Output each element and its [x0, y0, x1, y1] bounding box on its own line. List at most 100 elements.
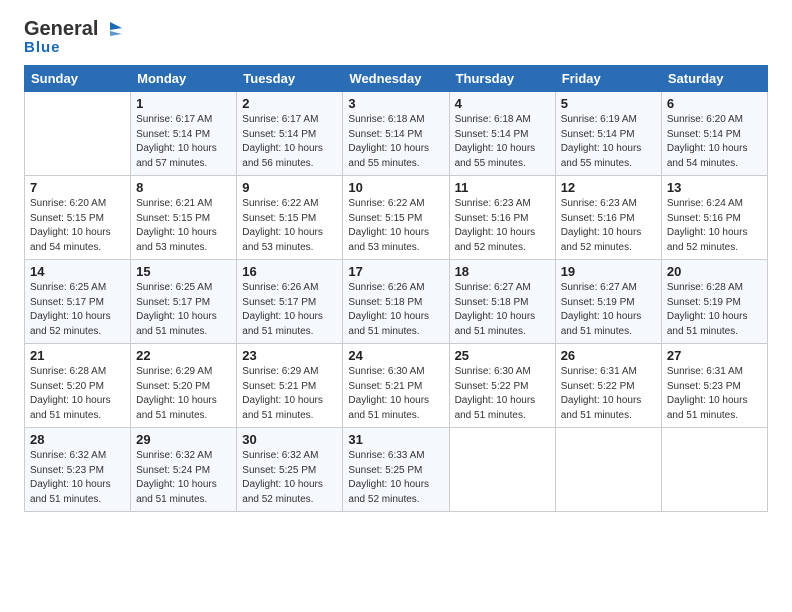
weekday-header-sunday: Sunday: [25, 66, 131, 92]
calendar-cell: 8 Sunrise: 6:21 AM Sunset: 5:15 PM Daylig…: [131, 176, 237, 260]
calendar-cell: 4Sunrise: 6:18 AM Sunset: 5:14 PM Daylig…: [449, 92, 555, 176]
day-detail: Sunrise: 6:22 AM Sunset: 5:15 PM Dayligh…: [348, 198, 429, 253]
day-detail: Sunrise: 6:24 AM Sunset: 5:16 PM Dayligh…: [667, 198, 748, 253]
weekday-header-thursday: Thursday: [449, 66, 555, 92]
calendar-body: 1 Sunrise: 6:17 AM Sunset: 5:14 PM Daylig…: [25, 92, 768, 512]
calendar-header-row: SundayMondayTuesdayWednesdayThursdayFrid…: [25, 66, 768, 92]
day-number: 27: [667, 348, 762, 363]
day-detail: Sunrise: 6:32 AM Sunset: 5:24 PM Dayligh…: [136, 450, 217, 505]
day-detail: Sunrise: 6:29 AM Sunset: 5:20 PM Dayligh…: [136, 366, 217, 421]
day-number: 16: [242, 264, 337, 279]
day-number: 26: [561, 348, 656, 363]
day-detail: Sunrise: 6:19 AM Sunset: 5:14 PM Dayligh…: [561, 114, 642, 169]
day-detail: Sunrise: 6:30 AM Sunset: 5:21 PM Dayligh…: [348, 366, 429, 421]
day-number: 24: [348, 348, 443, 363]
calendar-cell: [25, 92, 131, 176]
day-detail: Sunrise: 6:31 AM Sunset: 5:22 PM Dayligh…: [561, 366, 642, 421]
day-number: 5: [561, 96, 656, 111]
day-number: 19: [561, 264, 656, 279]
calendar-cell: 15 Sunrise: 6:25 AM Sunset: 5:17 PM Dayli…: [131, 260, 237, 344]
day-detail: Sunrise: 6:27 AM Sunset: 5:19 PM Dayligh…: [561, 282, 642, 337]
calendar-cell: 31Sunrise: 6:33 AM Sunset: 5:25 PM Dayli…: [343, 428, 449, 512]
calendar-week-2: 7Sunrise: 6:20 AM Sunset: 5:15 PM Daylig…: [25, 176, 768, 260]
day-detail: Sunrise: 6:28 AM Sunset: 5:19 PM Dayligh…: [667, 282, 748, 337]
day-detail: Sunrise: 6:32 AM Sunset: 5:23 PM Dayligh…: [30, 450, 111, 505]
calendar-cell: 25Sunrise: 6:30 AM Sunset: 5:22 PM Dayli…: [449, 344, 555, 428]
calendar-cell: 29 Sunrise: 6:32 AM Sunset: 5:24 PM Dayli…: [131, 428, 237, 512]
weekday-header-wednesday: Wednesday: [343, 66, 449, 92]
calendar-cell: 18Sunrise: 6:27 AM Sunset: 5:18 PM Dayli…: [449, 260, 555, 344]
day-detail: Sunrise: 6:20 AM Sunset: 5:14 PM Dayligh…: [667, 114, 748, 169]
weekday-header-friday: Friday: [555, 66, 661, 92]
day-number: 7: [30, 180, 125, 195]
day-detail: Sunrise: 6:22 AM Sunset: 5:15 PM Dayligh…: [242, 198, 323, 253]
day-number: 20: [667, 264, 762, 279]
day-number: 23: [242, 348, 337, 363]
logo-general-text: General: [24, 19, 98, 39]
day-number: 11: [455, 180, 550, 195]
day-detail: Sunrise: 6:32 AM Sunset: 5:25 PM Dayligh…: [242, 450, 323, 505]
day-number: 8: [136, 180, 231, 195]
calendar-cell: 12Sunrise: 6:23 AM Sunset: 5:16 PM Dayli…: [555, 176, 661, 260]
calendar-cell: 2 Sunrise: 6:17 AM Sunset: 5:14 PM Daylig…: [237, 92, 343, 176]
header: General Blue: [24, 18, 768, 55]
day-number: 2: [242, 96, 337, 111]
calendar-cell: 20 Sunrise: 6:28 AM Sunset: 5:19 PM Dayli…: [661, 260, 767, 344]
calendar-week-5: 28 Sunrise: 6:32 AM Sunset: 5:23 PM Dayli…: [25, 428, 768, 512]
calendar-cell: [661, 428, 767, 512]
logo-bird-icon: [100, 18, 122, 40]
calendar-cell: 16 Sunrise: 6:26 AM Sunset: 5:17 PM Dayli…: [237, 260, 343, 344]
day-detail: Sunrise: 6:33 AM Sunset: 5:25 PM Dayligh…: [348, 450, 429, 505]
calendar-week-1: 1 Sunrise: 6:17 AM Sunset: 5:14 PM Daylig…: [25, 92, 768, 176]
day-number: 17: [348, 264, 443, 279]
day-detail: Sunrise: 6:26 AM Sunset: 5:18 PM Dayligh…: [348, 282, 429, 337]
calendar-cell: 9 Sunrise: 6:22 AM Sunset: 5:15 PM Daylig…: [237, 176, 343, 260]
day-detail: Sunrise: 6:26 AM Sunset: 5:17 PM Dayligh…: [242, 282, 323, 337]
page: General Blue SundayMondayTuesdayWednesda…: [0, 0, 792, 524]
day-number: 10: [348, 180, 443, 195]
day-detail: Sunrise: 6:29 AM Sunset: 5:21 PM Dayligh…: [242, 366, 323, 421]
day-detail: Sunrise: 6:17 AM Sunset: 5:14 PM Dayligh…: [136, 114, 217, 169]
day-number: 30: [242, 432, 337, 447]
day-number: 9: [242, 180, 337, 195]
calendar-cell: 21Sunrise: 6:28 AM Sunset: 5:20 PM Dayli…: [25, 344, 131, 428]
day-number: 13: [667, 180, 762, 195]
calendar-week-3: 14 Sunrise: 6:25 AM Sunset: 5:17 PM Dayli…: [25, 260, 768, 344]
day-detail: Sunrise: 6:25 AM Sunset: 5:17 PM Dayligh…: [30, 282, 111, 337]
calendar-cell: 26 Sunrise: 6:31 AM Sunset: 5:22 PM Dayli…: [555, 344, 661, 428]
day-number: 14: [30, 264, 125, 279]
calendar-cell: 1 Sunrise: 6:17 AM Sunset: 5:14 PM Daylig…: [131, 92, 237, 176]
calendar-cell: 17 Sunrise: 6:26 AM Sunset: 5:18 PM Dayli…: [343, 260, 449, 344]
calendar-table: SundayMondayTuesdayWednesdayThursdayFrid…: [24, 65, 768, 512]
weekday-header-tuesday: Tuesday: [237, 66, 343, 92]
day-number: 15: [136, 264, 231, 279]
calendar-cell: 13 Sunrise: 6:24 AM Sunset: 5:16 PM Dayli…: [661, 176, 767, 260]
calendar-cell: 30 Sunrise: 6:32 AM Sunset: 5:25 PM Dayli…: [237, 428, 343, 512]
day-number: 28: [30, 432, 125, 447]
calendar-cell: 19 Sunrise: 6:27 AM Sunset: 5:19 PM Dayli…: [555, 260, 661, 344]
calendar-cell: [449, 428, 555, 512]
calendar-week-4: 21Sunrise: 6:28 AM Sunset: 5:20 PM Dayli…: [25, 344, 768, 428]
calendar-cell: 7Sunrise: 6:20 AM Sunset: 5:15 PM Daylig…: [25, 176, 131, 260]
day-detail: Sunrise: 6:18 AM Sunset: 5:14 PM Dayligh…: [455, 114, 536, 169]
day-number: 25: [455, 348, 550, 363]
calendar-cell: 24 Sunrise: 6:30 AM Sunset: 5:21 PM Dayli…: [343, 344, 449, 428]
calendar-cell: 22Sunrise: 6:29 AM Sunset: 5:20 PM Dayli…: [131, 344, 237, 428]
day-detail: Sunrise: 6:27 AM Sunset: 5:18 PM Dayligh…: [455, 282, 536, 337]
day-detail: Sunrise: 6:31 AM Sunset: 5:23 PM Dayligh…: [667, 366, 748, 421]
day-detail: Sunrise: 6:17 AM Sunset: 5:14 PM Dayligh…: [242, 114, 323, 169]
calendar-cell: 10 Sunrise: 6:22 AM Sunset: 5:15 PM Dayli…: [343, 176, 449, 260]
calendar-cell: 23 Sunrise: 6:29 AM Sunset: 5:21 PM Dayli…: [237, 344, 343, 428]
calendar-cell: 11 Sunrise: 6:23 AM Sunset: 5:16 PM Dayli…: [449, 176, 555, 260]
day-detail: Sunrise: 6:21 AM Sunset: 5:15 PM Dayligh…: [136, 198, 217, 253]
day-number: 21: [30, 348, 125, 363]
day-number: 29: [136, 432, 231, 447]
day-number: 1: [136, 96, 231, 111]
weekday-header-saturday: Saturday: [661, 66, 767, 92]
calendar-cell: 6Sunrise: 6:20 AM Sunset: 5:14 PM Daylig…: [661, 92, 767, 176]
day-detail: Sunrise: 6:25 AM Sunset: 5:17 PM Dayligh…: [136, 282, 217, 337]
calendar-cell: 3Sunrise: 6:18 AM Sunset: 5:14 PM Daylig…: [343, 92, 449, 176]
day-detail: Sunrise: 6:23 AM Sunset: 5:16 PM Dayligh…: [561, 198, 642, 253]
day-detail: Sunrise: 6:23 AM Sunset: 5:16 PM Dayligh…: [455, 198, 536, 253]
calendar-cell: [555, 428, 661, 512]
